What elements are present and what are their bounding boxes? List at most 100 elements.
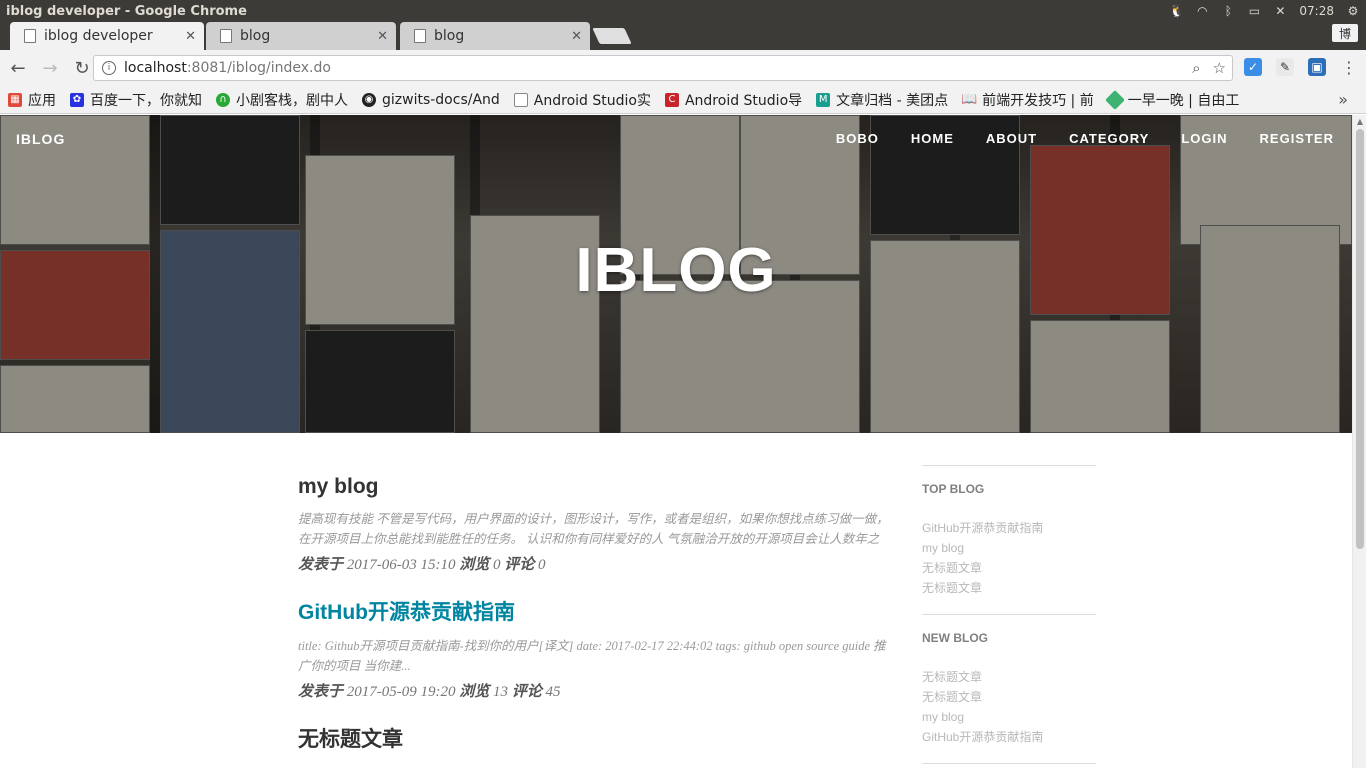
url-path: :8081/iblog/index.do xyxy=(186,60,331,76)
info-icon[interactable]: i xyxy=(102,61,116,75)
new-blog-link[interactable]: 无标题文章 xyxy=(922,667,1096,687)
leaf-icon xyxy=(1104,89,1125,110)
nav-home[interactable]: HOME xyxy=(911,131,954,146)
wifi-icon[interactable]: ◠ xyxy=(1195,4,1209,18)
bookmark-android-studio-2[interactable]: C Android Studio导 xyxy=(664,90,803,110)
url-host: localhost xyxy=(124,60,187,76)
top-blog-link[interactable]: 无标题文章 xyxy=(922,578,1096,598)
site-nav-links: BOBO HOME ABOUT CATEGORY LOGIN REGISTER xyxy=(836,131,1334,146)
bookmark-apps[interactable]: ▦ 应用 xyxy=(8,90,56,110)
csdn-c-icon: C xyxy=(664,92,679,107)
views-label: 浏览 xyxy=(459,684,490,700)
post-title[interactable]: GitHub开源恭贡献指南 xyxy=(298,596,890,626)
post-excerpt[interactable]: 提高现有技能 不管是写代码，用户界面的设计，图形设计，写作，或者是组织，如果你想… xyxy=(298,509,890,549)
new-blog-title: NEW BLOG xyxy=(922,631,988,645)
nav-category[interactable]: CATEGORY xyxy=(1069,131,1149,146)
screenshot-extension-icon[interactable]: ▣ xyxy=(1308,58,1326,76)
bookmark-yizao-yiwan[interactable]: 一早一晚 | 自由工 xyxy=(1104,89,1240,110)
comments-label: 评论 xyxy=(504,557,535,573)
new-tab-button[interactable] xyxy=(592,28,632,44)
reload-icon[interactable]: ↻ xyxy=(68,54,96,82)
menu-kebab-icon[interactable]: ⋮ xyxy=(1340,58,1358,77)
post-list: my blog 提高现有技能 不管是写代码，用户界面的设计，图形设计，写作，或者… xyxy=(298,475,890,768)
browser-toolbar: ← → ↻ i localhost:8081/iblog/index.do ⌕ … xyxy=(0,50,1366,86)
close-icon[interactable]: ✕ xyxy=(185,29,196,44)
top-blog-link[interactable]: 无标题文章 xyxy=(922,558,1096,578)
bookmark-android-studio-1[interactable]: Android Studio实 xyxy=(513,90,651,110)
views-count: 0 xyxy=(493,557,501,573)
post-item: GitHub开源恭贡献指南 title: Github开源项目贡献指南-找到你的… xyxy=(298,596,890,701)
meta-prefix: 发表于 xyxy=(298,684,344,700)
page-scrollbar[interactable]: ▲ xyxy=(1352,115,1366,768)
tab-iblog-developer[interactable]: iblog developer ✕ xyxy=(10,22,204,50)
post-title[interactable]: 无标题文章 xyxy=(298,723,890,753)
bookmark-baidu[interactable]: ✿ 百度一下，你就知 xyxy=(70,90,202,110)
comments-count: 45 xyxy=(545,684,561,700)
page-icon xyxy=(414,29,426,43)
address-bar[interactable]: i localhost:8081/iblog/index.do ⌕ ☆ xyxy=(93,55,1233,81)
back-arrow-icon[interactable]: ← xyxy=(4,54,32,82)
bookmark-label: 一早一晚 | 自由工 xyxy=(1127,92,1240,109)
book-icon: 📖 xyxy=(961,92,978,107)
site-navbar: IBLOG BOBO HOME ABOUT CATEGORY LOGIN REG… xyxy=(0,115,1352,163)
views-count: 13 xyxy=(493,684,509,700)
post-item: 无标题文章 test xyxy=(298,723,890,768)
clock[interactable]: 07:28 xyxy=(1299,4,1334,18)
tab-blog-2[interactable]: blog ✕ xyxy=(400,22,590,50)
bookmark-label: Android Studio导 xyxy=(684,92,803,109)
m-badge-icon: M xyxy=(816,92,831,107)
scroll-up-arrow-icon[interactable]: ▲ xyxy=(1356,118,1364,126)
scroll-thumb[interactable] xyxy=(1356,129,1364,549)
settings-gear-icon[interactable]: ⚙ xyxy=(1346,4,1360,18)
bookmark-xiaoju[interactable]: ∩ 小剧客栈，剧中人 xyxy=(216,90,348,110)
comments-label: 评论 xyxy=(511,684,542,700)
bookmark-frontend-tips[interactable]: 📖 前端开发技巧 | 前 xyxy=(961,90,1094,110)
hero-title: IBLOG xyxy=(575,236,777,305)
battery-icon[interactable]: ▭ xyxy=(1247,4,1261,18)
profile-button[interactable]: 博 xyxy=(1332,24,1358,42)
tab-label: blog xyxy=(434,28,465,44)
close-icon[interactable]: ✕ xyxy=(571,29,582,44)
apps-grid-icon: ▦ xyxy=(8,92,22,107)
window-title: iblog developer - Google Chrome xyxy=(6,3,247,19)
nav-bobo[interactable]: BOBO xyxy=(836,131,879,146)
forward-arrow-icon[interactable]: → xyxy=(36,54,64,82)
site-brand[interactable]: IBLOG xyxy=(16,131,65,147)
system-tray: 🐧 ◠ ᛒ ▭ ✕ 07:28 ⚙ xyxy=(1169,4,1366,18)
page-icon xyxy=(220,29,232,43)
bluetooth-icon[interactable]: ᛒ xyxy=(1221,4,1235,18)
nav-login[interactable]: LOGIN xyxy=(1181,131,1227,146)
new-blog-link[interactable]: GitHub开源恭贡献指南 xyxy=(922,727,1096,747)
new-blog-section: NEW BLOG 无标题文章 无标题文章 my blog GitHub开源恭贡献… xyxy=(922,614,1096,763)
zoom-search-icon[interactable]: ⌕ xyxy=(1192,59,1200,77)
sidebar-divider xyxy=(922,763,1096,764)
top-blog-link[interactable]: GitHub开源恭贡献指南 xyxy=(922,518,1096,538)
close-icon[interactable]: ✕ xyxy=(377,29,388,44)
top-blog-link[interactable]: my blog xyxy=(922,538,1096,558)
page-icon xyxy=(24,29,36,43)
post-excerpt[interactable]: test xyxy=(298,763,890,768)
volume-muted-icon[interactable]: ✕ xyxy=(1273,4,1287,18)
tools-extension-icon[interactable]: ✎ xyxy=(1276,58,1294,76)
more-bookmarks-chevron-icon[interactable]: » xyxy=(1338,90,1348,109)
comments-count: 0 xyxy=(538,557,546,573)
tab-blog-1[interactable]: blog ✕ xyxy=(206,22,396,50)
bookmark-star-icon[interactable]: ☆ xyxy=(1213,59,1226,77)
post-date: 2017-06-03 15:10 xyxy=(346,557,456,573)
nav-register[interactable]: REGISTER xyxy=(1260,131,1334,146)
bookmark-meituan-archive[interactable]: M 文章归档 - 美团点 xyxy=(816,90,948,110)
sidebar: TOP BLOG GitHub开源恭贡献指南 my blog 无标题文章 无标题… xyxy=(922,465,1096,764)
new-blog-link[interactable]: 无标题文章 xyxy=(922,687,1096,707)
top-blog-title: TOP BLOG xyxy=(922,482,985,496)
github-icon: ◉ xyxy=(362,92,376,107)
bookmark-label: gizwits-docs/And xyxy=(382,91,500,108)
penguin-icon[interactable]: 🐧 xyxy=(1169,4,1184,18)
green-loop-icon: ∩ xyxy=(216,92,230,107)
post-title[interactable]: my blog xyxy=(298,475,890,499)
bookmark-label: 百度一下，你就知 xyxy=(90,92,202,109)
nav-about[interactable]: ABOUT xyxy=(986,131,1037,146)
new-blog-link[interactable]: my blog xyxy=(922,707,1096,727)
vpn-extension-icon[interactable]: ✓ xyxy=(1244,58,1262,76)
post-excerpt[interactable]: title: Github开源项目贡献指南-找到你的用户[译文] date: 2… xyxy=(298,636,890,676)
bookmark-gizwits-docs[interactable]: ◉ gizwits-docs/And xyxy=(362,92,500,108)
